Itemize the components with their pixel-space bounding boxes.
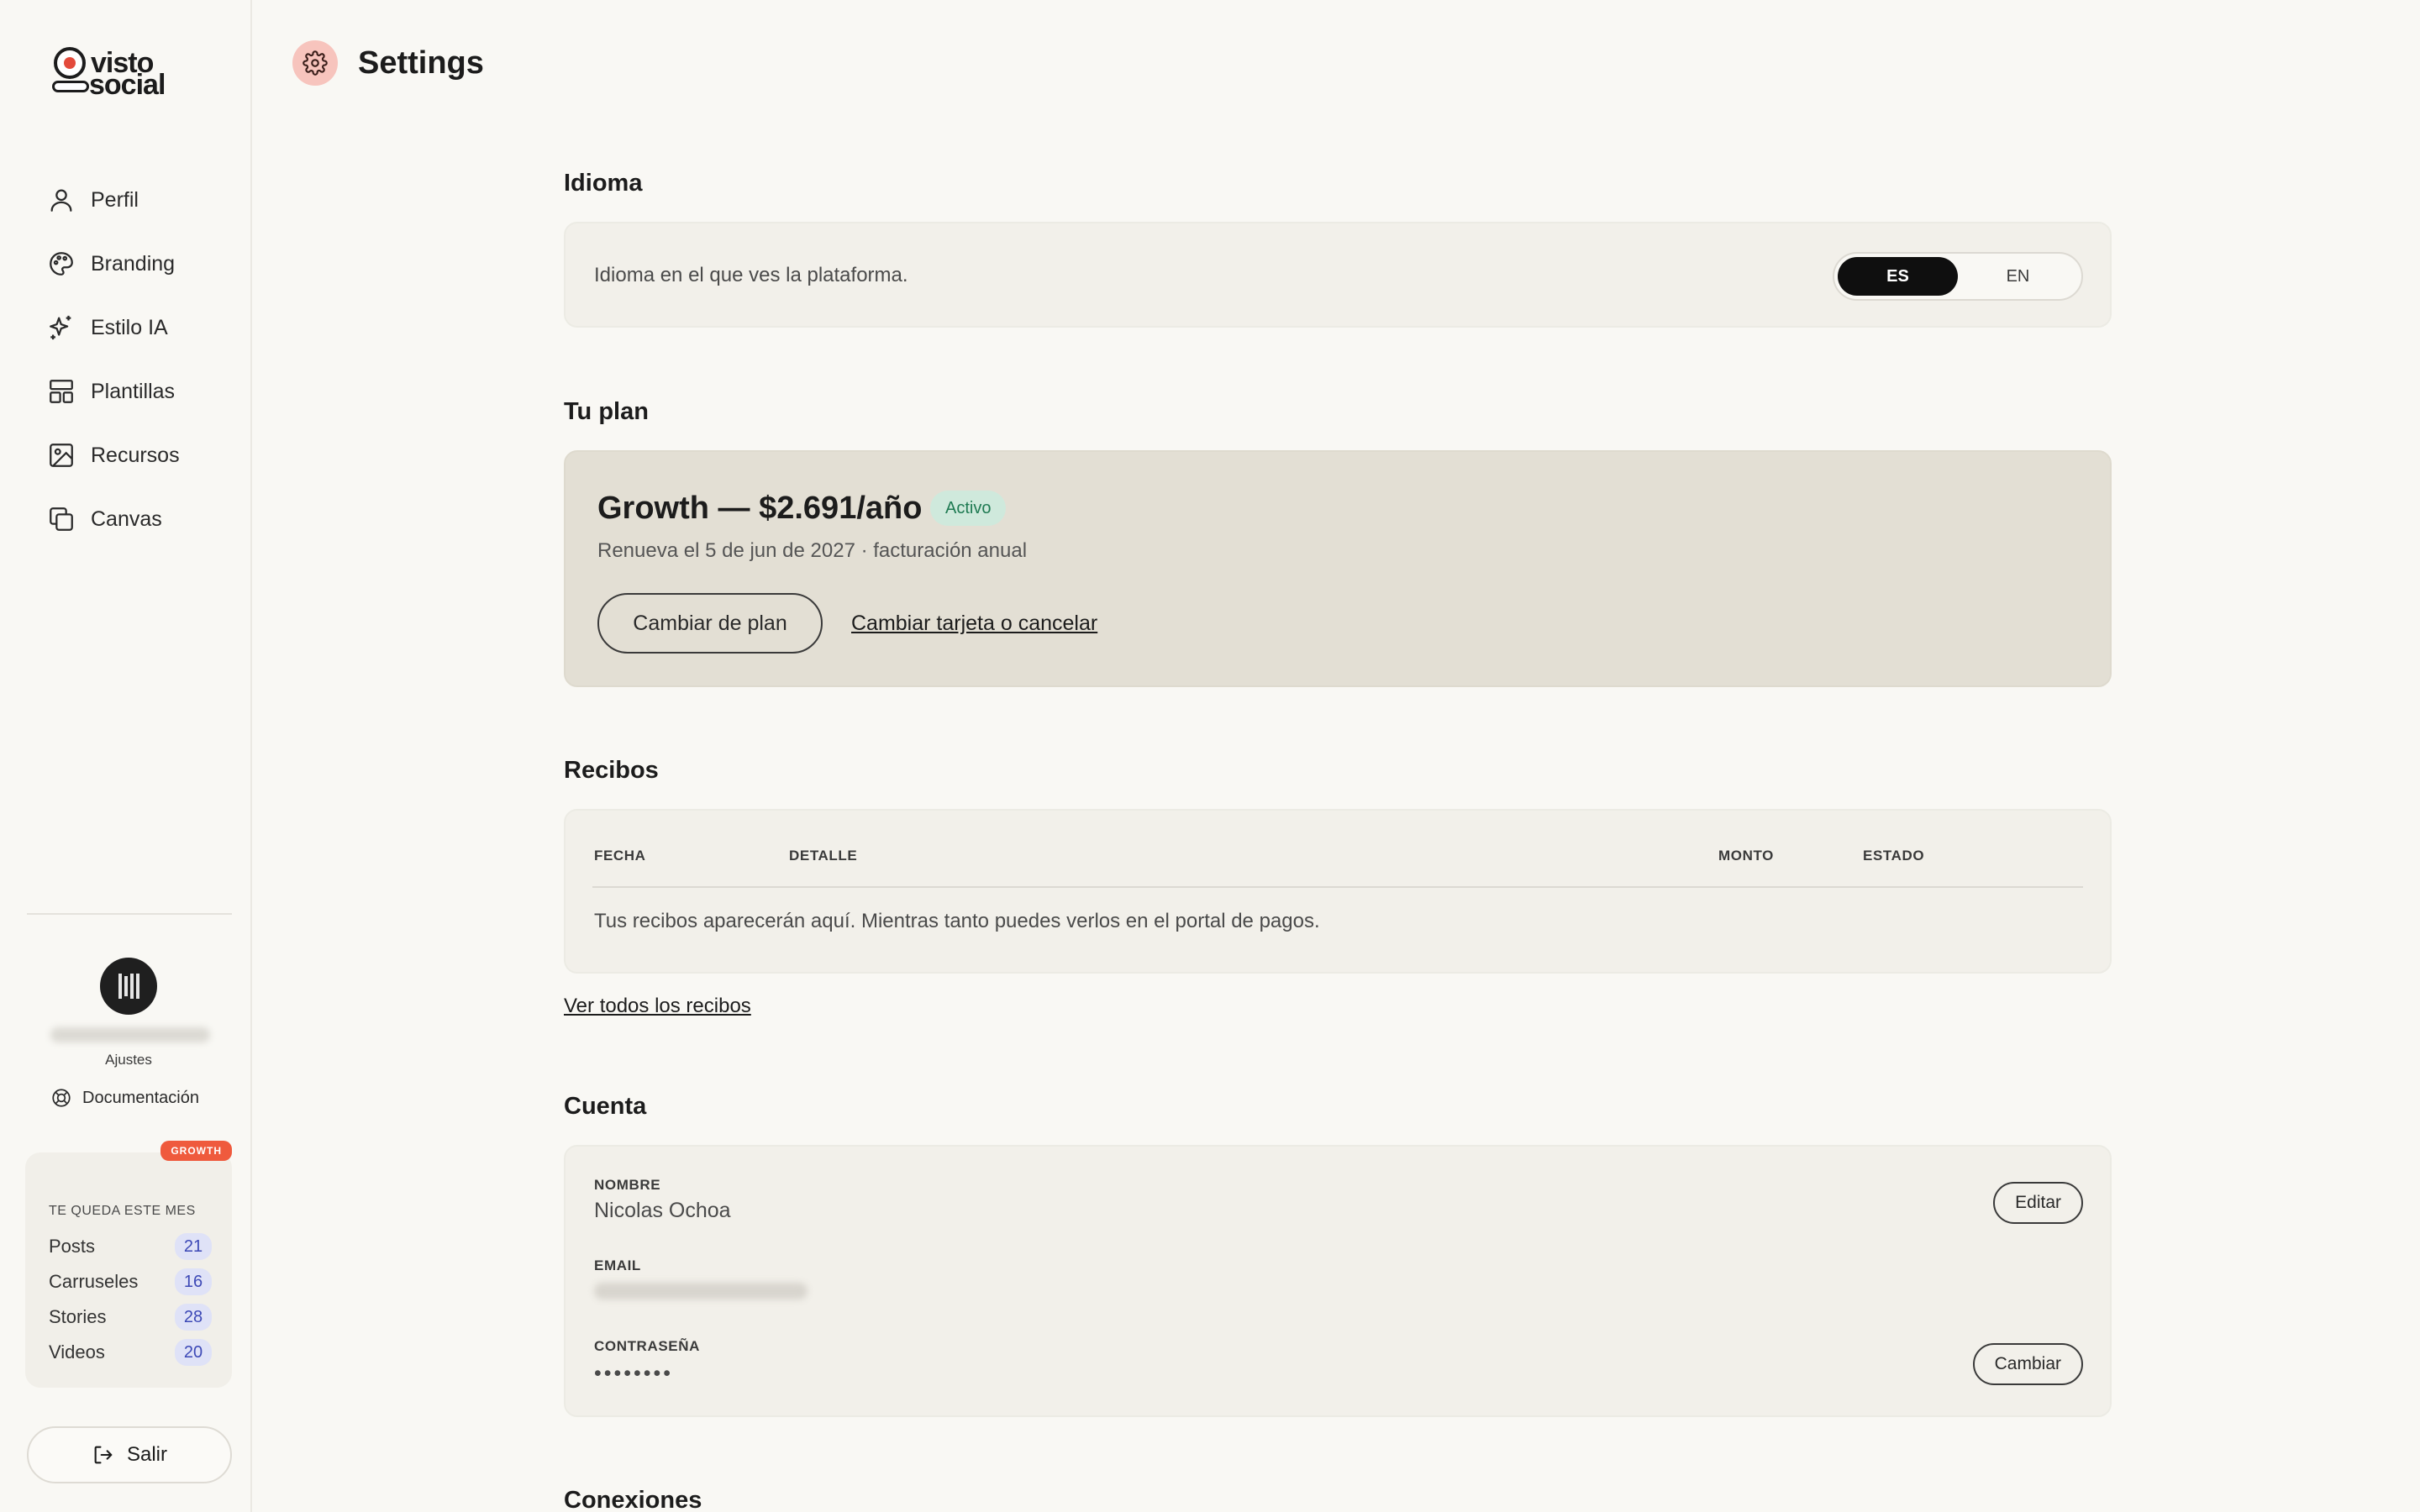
plan-badge: GROWTH (160, 1141, 232, 1161)
section-title-plan: Tu plan (564, 398, 649, 425)
user-icon (50, 189, 72, 212)
email-label: EMAIL (594, 1257, 641, 1273)
column-header-monto: MONTO (1718, 848, 1774, 864)
empty-state-message: Tus recibos aparecerán aquí. Mientras ta… (594, 910, 1320, 932)
column-header-fecha: FECHA (594, 848, 646, 864)
plan-renewal: Renueva el 5 de jun de 2027 · facturació… (597, 539, 1028, 562)
lifebuoy-icon (52, 1089, 71, 1107)
sidebar-item-label: Canvas (91, 507, 162, 531)
usage-title: TE QUEDA ESTE MES (49, 1204, 196, 1218)
usage-count: 20 (175, 1339, 212, 1366)
edit-name-button[interactable]: Editar (1993, 1182, 2083, 1224)
sidebar-item-recursos[interactable]: Recursos (34, 423, 227, 487)
usage-panel: GROWTH TE QUEDA ESTE MES Posts 21 Carrus… (25, 1141, 232, 1388)
section-title-recibos: Recibos (564, 757, 659, 784)
language-option-en[interactable]: EN (1958, 257, 2078, 296)
usage-row-stories: Stories 28 (49, 1304, 212, 1331)
password-value: •••••••• (594, 1362, 674, 1385)
settings-link[interactable]: Ajustes (0, 1052, 257, 1068)
language-description: Idioma en el que ves la plataforma. (594, 264, 908, 286)
sidebar-item-label: Recursos (91, 443, 180, 467)
sidebar-item-label: Perfil (91, 187, 139, 212)
sidebar-item-branding[interactable]: Branding (34, 232, 227, 296)
account-card: NOMBRE Nicolas Ochoa Editar EMAIL CONTRA… (564, 1145, 2112, 1417)
name-value: Nicolas Ochoa (594, 1199, 731, 1222)
section-title-cuenta: Cuenta (564, 1093, 647, 1120)
language-toggle[interactable]: ES EN (1833, 252, 2083, 301)
logo-text-line2: social (89, 69, 166, 101)
language-card: Idioma en el que ves la plataforma. ES E… (564, 222, 2112, 328)
change-password-button[interactable]: Cambiar (1972, 1343, 2083, 1385)
sidebar-divider (27, 913, 232, 915)
status-badge: Activo (930, 491, 1007, 526)
column-header-detalle: DETALLE (789, 848, 858, 864)
usage-row-videos: Videos 20 (49, 1339, 212, 1366)
sidebar-item-label: Plantillas (91, 379, 176, 403)
logo-feet-icon (52, 81, 89, 92)
password-label: CONTRASEÑA (594, 1338, 700, 1354)
usage-count: 21 (175, 1233, 212, 1260)
usage-name: Carruseles (49, 1271, 139, 1292)
language-option-es[interactable]: ES (1838, 257, 1958, 296)
documentation-label: Documentación (82, 1088, 199, 1107)
name-label: NOMBRE (594, 1177, 661, 1193)
page-header: Settings (292, 40, 484, 86)
usage-count: 28 (175, 1304, 212, 1331)
sidebar-item-plantillas[interactable]: Plantillas (34, 360, 227, 423)
avatar-logo-icon (118, 974, 139, 999)
logout-label: Salir (126, 1443, 167, 1466)
gear-icon (302, 50, 328, 76)
avatar[interactable] (100, 958, 157, 1015)
visto-social-logo[interactable]: visto social (50, 42, 173, 99)
section-title-idioma: Idioma (564, 170, 643, 197)
sparkles-icon (50, 315, 71, 340)
usage-name: Posts (49, 1236, 96, 1257)
copy-icon (50, 507, 73, 531)
usage-name: Videos (49, 1341, 105, 1362)
layout-icon (50, 380, 73, 403)
image-icon (50, 444, 73, 467)
sidebar-nav: Perfil Branding Estilo IA Plantillas Rec… (34, 168, 227, 551)
settings-header-icon (292, 40, 338, 86)
manage-billing-link[interactable]: Cambiar tarjeta o cancelar (851, 612, 1097, 636)
redacted-email (594, 1283, 808, 1299)
logout-icon (94, 1446, 113, 1464)
usage-row-posts: Posts 21 (49, 1233, 212, 1260)
table-divider (592, 886, 2083, 888)
section-title-conexiones: Conexiones (564, 1487, 702, 1512)
usage-row-carruseles: Carruseles 16 (49, 1268, 212, 1295)
usage-count: 16 (175, 1268, 212, 1295)
sidebar-item-label: Estilo IA (91, 315, 168, 339)
documentation-link[interactable]: Documentación (50, 1087, 199, 1109)
page-title: Settings (358, 45, 484, 81)
palette-icon (50, 252, 73, 276)
logo-eye-icon (54, 47, 86, 79)
receipts-card: FECHA DETALLE MONTO ESTADO Tus recibos a… (564, 809, 2112, 974)
view-all-receipts-link[interactable]: Ver todos los recibos (564, 995, 751, 1018)
sidebar-item-perfil[interactable]: Perfil (34, 168, 227, 232)
sidebar-item-canvas[interactable]: Canvas (34, 487, 227, 551)
plan-name: Growth — $2.691/año (597, 491, 923, 526)
sidebar: visto social Perfil Branding Estilo IA P… (0, 0, 252, 1512)
sidebar-item-label: Branding (91, 251, 176, 276)
change-plan-button[interactable]: Cambiar de plan (597, 593, 823, 654)
column-header-estado: ESTADO (1863, 848, 1925, 864)
usage-name: Stories (49, 1306, 107, 1327)
sidebar-item-estilo-ia[interactable]: Estilo IA (34, 296, 227, 360)
plan-card: Growth — $2.691/año Activo Renueva el 5 … (564, 450, 2112, 687)
logout-button[interactable]: Salir (27, 1426, 232, 1483)
redacted-email (50, 1027, 210, 1042)
